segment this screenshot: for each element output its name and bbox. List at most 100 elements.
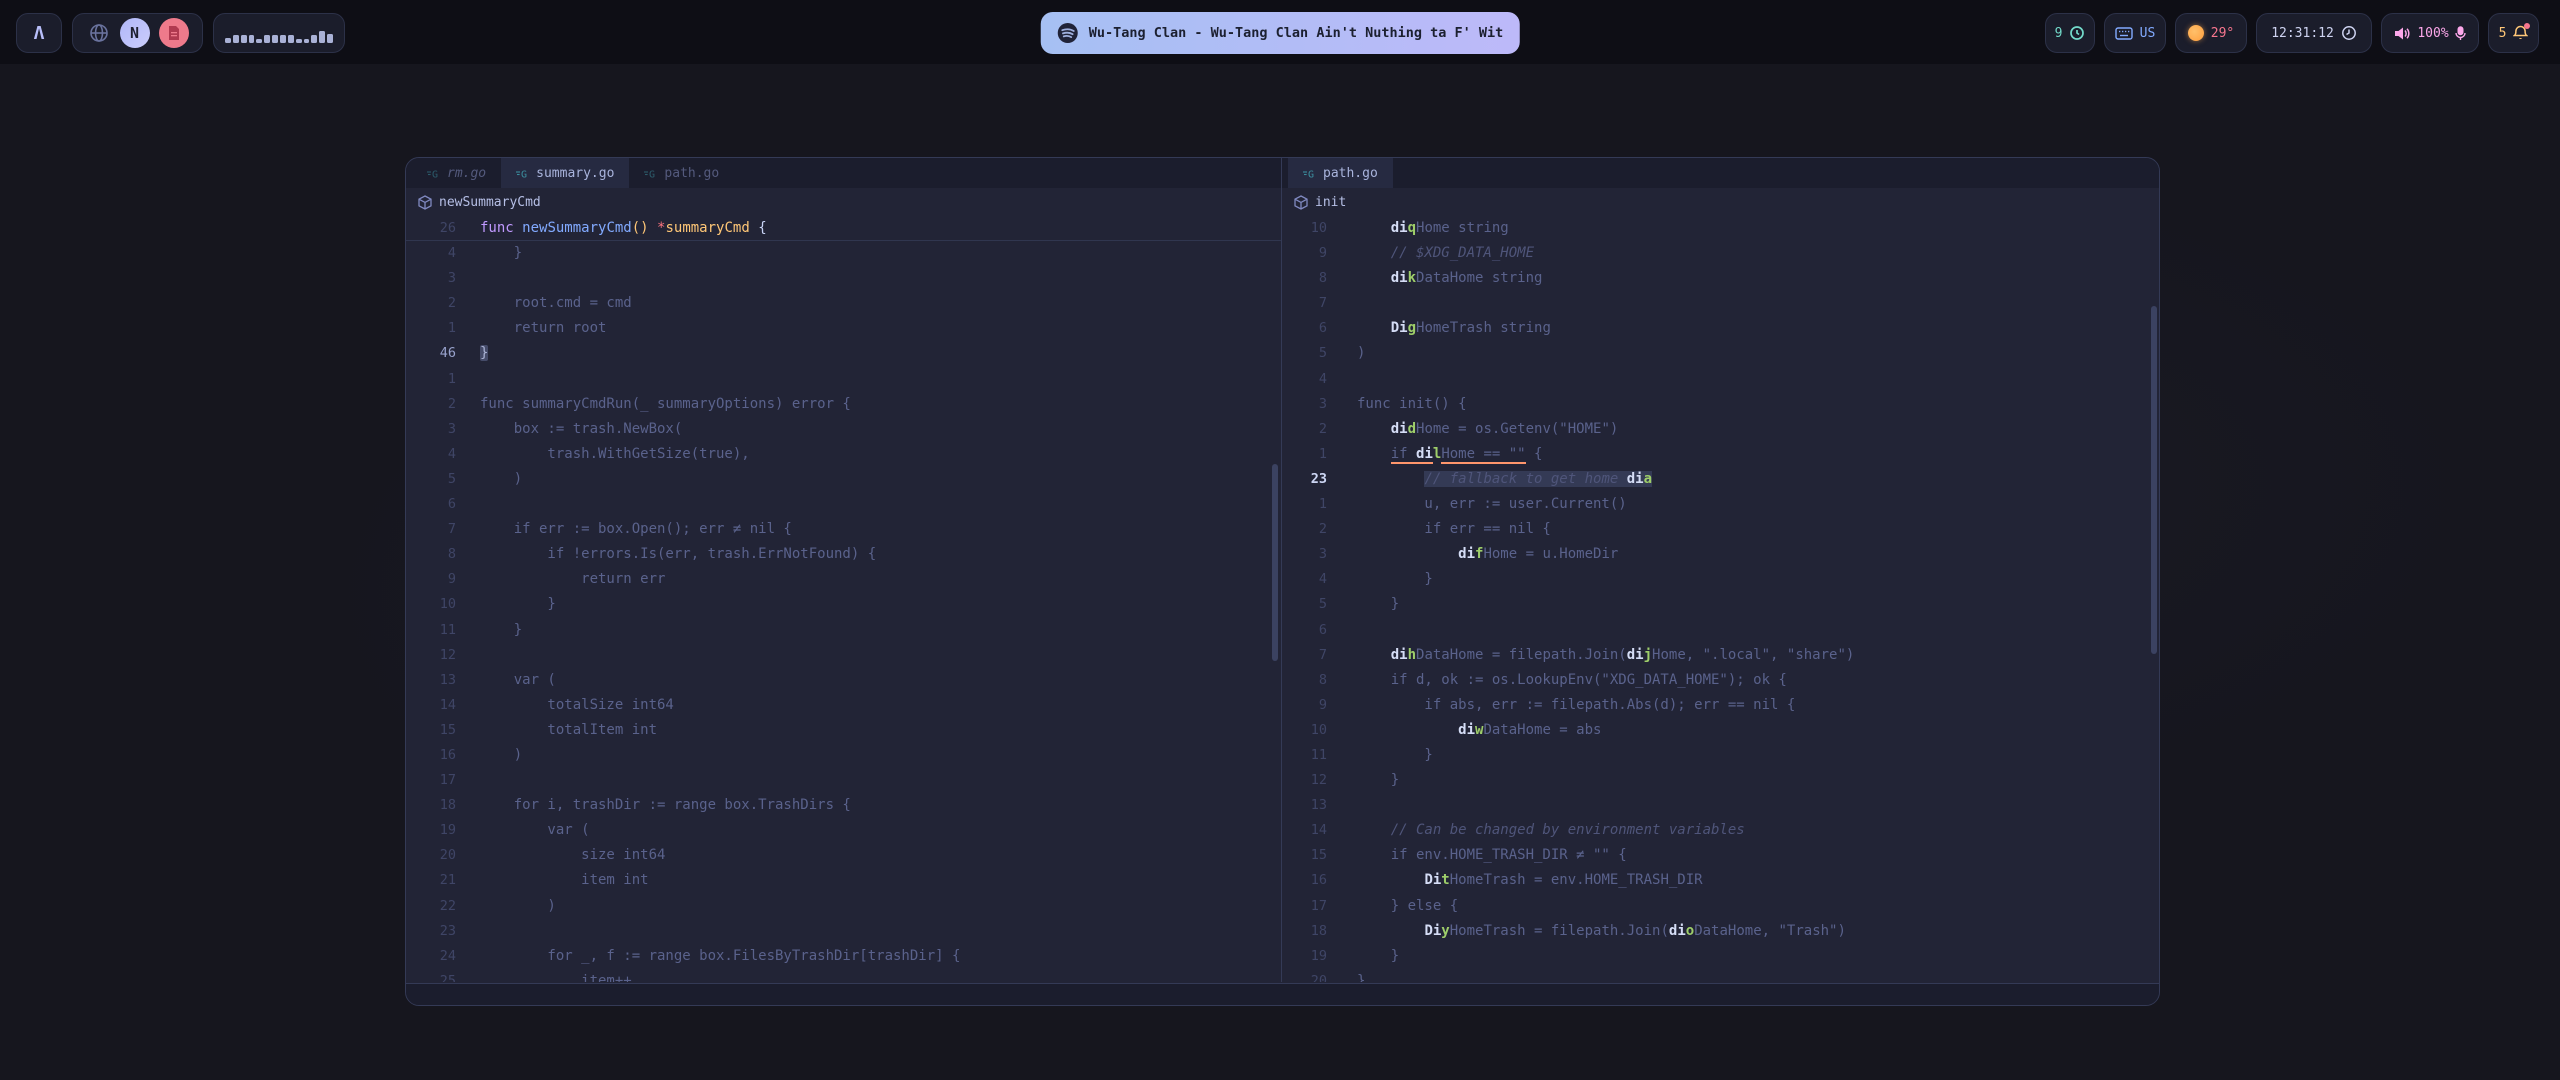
code-line[interactable]: 8 dikDataHome string (1282, 266, 2159, 291)
code-line[interactable]: 1 u, err := user.Current() (1282, 492, 2159, 517)
code-line[interactable]: 15 totalItem int (406, 718, 1281, 743)
line-number: 16 (1282, 868, 1327, 893)
code-line[interactable]: 14 // Can be changed by environment vari… (1282, 818, 2159, 843)
code-line[interactable]: 5) (1282, 341, 2159, 366)
code-line[interactable]: 9 return err (406, 567, 1281, 592)
code-line[interactable]: 5 } (1282, 592, 2159, 617)
tab-path.go[interactable]: Gpath.go (629, 158, 734, 188)
code-line[interactable]: 13 (1282, 793, 2159, 818)
left-code-area[interactable]: 26func newSummaryCmd() *summaryCmd {4 }3… (406, 216, 1281, 982)
code-line[interactable]: 2func summaryCmdRun(_ summaryOptions) er… (406, 392, 1281, 417)
code-line[interactable]: 22 ) (406, 894, 1281, 919)
code-line[interactable]: 17 (406, 768, 1281, 793)
line-number: 10 (1282, 216, 1327, 241)
code-line[interactable]: 9 if abs, err := filepath.Abs(d); err ==… (1282, 693, 2159, 718)
code-line[interactable]: 20} (1282, 969, 2159, 982)
keyboard-layout-pill[interactable]: US (2104, 13, 2166, 53)
svg-text:G: G (432, 169, 438, 180)
code-line[interactable]: 7 dihDataHome = filepath.Join(dijHome, "… (1282, 643, 2159, 668)
code-line[interactable]: 16 ) (406, 743, 1281, 768)
go-icon: G (516, 167, 529, 180)
code-line[interactable]: 7 if err := box.Open(); err ≠ nil { (406, 517, 1281, 542)
clock-icon (2341, 25, 2357, 41)
code-line[interactable]: 1 (406, 367, 1281, 392)
tab-path.go[interactable]: Gpath.go (1288, 158, 1393, 188)
workspace-files[interactable] (159, 18, 189, 48)
code-line[interactable]: 20 size int64 (406, 843, 1281, 868)
code-line[interactable]: 2 didHome = os.Getenv("HOME") (1282, 417, 2159, 442)
workspace-neovim[interactable]: N (120, 18, 150, 48)
sticky-context-line[interactable]: 26func newSummaryCmd() *summaryCmd { (406, 216, 1281, 241)
code-line[interactable]: 6 (406, 492, 1281, 517)
line-content: totalItem int (456, 718, 657, 743)
code-line[interactable]: 23 // fallback to get home dia (1282, 467, 2159, 492)
line-content: if dilHome == "" { (1327, 442, 1542, 467)
code-line[interactable]: 3 box := trash.NewBox( (406, 417, 1281, 442)
code-line[interactable]: 3func init() { (1282, 392, 2159, 417)
code-line[interactable]: 1 return root (406, 316, 1281, 341)
code-line[interactable]: 7 (1282, 291, 2159, 316)
notifications-pill[interactable]: 5 (2488, 13, 2539, 53)
code-line[interactable]: 12 } (1282, 768, 2159, 793)
code-line[interactable]: 5 ) (406, 467, 1281, 492)
bell-icon (2513, 25, 2528, 41)
svg-text:G: G (1308, 169, 1314, 180)
line-number: 22 (406, 894, 456, 919)
code-line[interactable]: 25 item++ (406, 969, 1281, 982)
code-line[interactable]: 10 diwDataHome = abs (1282, 718, 2159, 743)
media-pill[interactable]: Wu-Tang Clan - Wu-Tang Clan Ain't Nuthin… (1041, 12, 1520, 54)
tab-summary.go[interactable]: Gsummary.go (501, 158, 629, 188)
code-line[interactable]: 4 trash.WithGetSize(true), (406, 442, 1281, 467)
weather-pill[interactable]: 29° (2175, 13, 2247, 53)
code-line[interactable]: 23 (406, 919, 1281, 944)
line-content (456, 643, 480, 668)
launcher-button[interactable]: Λ (16, 13, 62, 53)
code-line[interactable]: 4 } (1282, 567, 2159, 592)
code-line[interactable]: 16 DitHomeTrash = env.HOME_TRASH_DIR (1282, 868, 2159, 893)
code-line[interactable]: 10 } (406, 592, 1281, 617)
code-line[interactable]: 46} (406, 341, 1281, 366)
code-line[interactable]: 2 root.cmd = cmd (406, 291, 1281, 316)
code-line[interactable]: 6 DigHomeTrash string (1282, 316, 2159, 341)
code-line[interactable]: 9 // $XDG_DATA_HOME (1282, 241, 2159, 266)
workspace-globe[interactable] (87, 21, 111, 45)
right-code-area[interactable]: 10 diqHome string9 // $XDG_DATA_HOME8 di… (1282, 216, 2159, 982)
line-content: func init() { (1327, 392, 1467, 417)
code-line[interactable]: 15 if env.HOME_TRASH_DIR ≠ "" { (1282, 843, 2159, 868)
code-line[interactable]: 3 difHome = u.HomeDir (1282, 542, 2159, 567)
code-line[interactable]: 14 totalSize int64 (406, 693, 1281, 718)
code-line[interactable]: 6 (1282, 618, 2159, 643)
code-line[interactable]: 21 item int (406, 868, 1281, 893)
code-line[interactable]: 4 } (406, 241, 1281, 266)
code-line[interactable]: 18 for i, trashDir := range box.TrashDir… (406, 793, 1281, 818)
left-scrollbar-thumb[interactable] (1272, 464, 1278, 661)
code-line[interactable]: 11 } (1282, 743, 2159, 768)
code-line[interactable]: 12 (406, 643, 1281, 668)
line-number: 46 (406, 341, 456, 366)
line-content: if err := box.Open(); err ≠ nil { (456, 517, 792, 542)
code-line[interactable]: 13 var ( (406, 668, 1281, 693)
code-line[interactable]: 24 for _, f := range box.FilesByTrashDir… (406, 944, 1281, 969)
code-line[interactable]: 11 } (406, 618, 1281, 643)
code-line[interactable]: 19 } (1282, 944, 2159, 969)
volume-pill[interactable]: 100% (2381, 13, 2479, 53)
code-line[interactable]: 8 if !errors.Is(err, trash.ErrNotFound) … (406, 542, 1281, 567)
line-number: 2 (1282, 517, 1327, 542)
clock-pill[interactable]: 12:31:12 (2256, 13, 2372, 53)
code-line[interactable]: 1 if dilHome == "" { (1282, 442, 2159, 467)
updates-pill[interactable]: 9 (2045, 13, 2095, 53)
code-line[interactable]: 3 (406, 266, 1281, 291)
line-content (456, 768, 480, 793)
code-line[interactable]: 4 (1282, 367, 2159, 392)
code-line[interactable]: 10 diqHome string (1282, 216, 2159, 241)
right-scrollbar-thumb[interactable] (2151, 306, 2157, 654)
code-line[interactable]: 2 if err == nil { (1282, 517, 2159, 542)
code-line[interactable]: 19 var ( (406, 818, 1281, 843)
line-number: 20 (406, 843, 456, 868)
code-line[interactable]: 17 } else { (1282, 894, 2159, 919)
tab-rm.go[interactable]: Grm.go (412, 158, 501, 188)
workspaces-pill: N (72, 13, 203, 53)
line-number: 16 (406, 743, 456, 768)
code-line[interactable]: 18 DiyHomeTrash = filepath.Join(dioDataH… (1282, 919, 2159, 944)
code-line[interactable]: 8 if d, ok := os.LookupEnv("XDG_DATA_HOM… (1282, 668, 2159, 693)
